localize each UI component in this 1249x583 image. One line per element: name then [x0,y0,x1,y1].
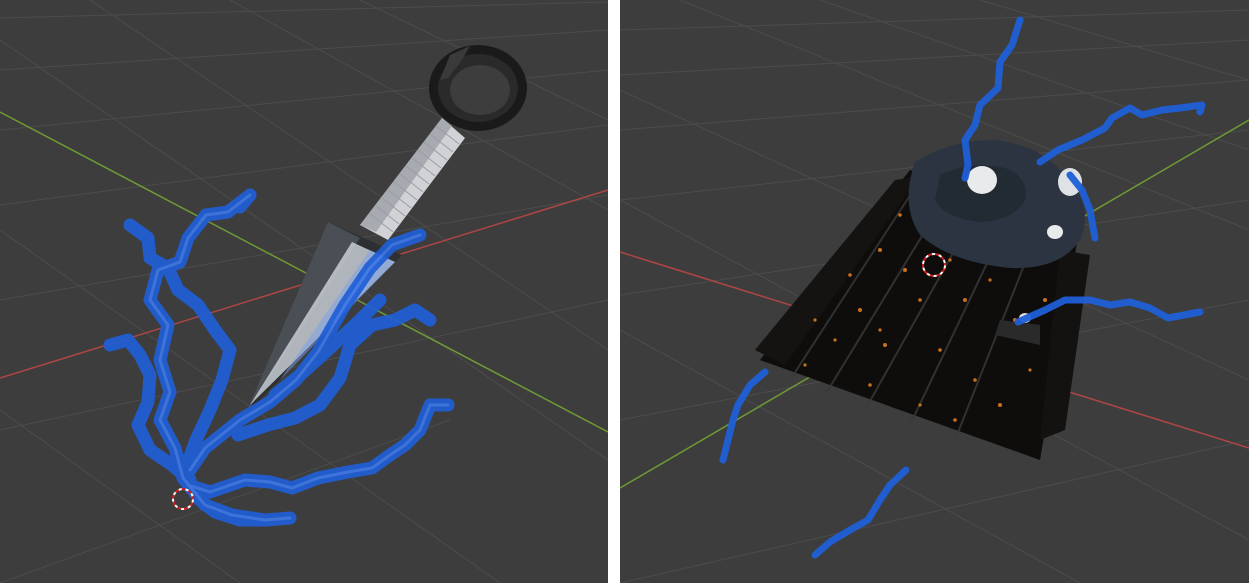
viewport-right-canvas[interactable] [620,0,1249,583]
viewport-left[interactable] [0,0,608,583]
viewport-right[interactable] [620,0,1249,583]
blender-split-view [0,0,1249,583]
viewport-left-canvas[interactable] [0,0,608,583]
viewport-separator [608,0,620,583]
kunai-ring [429,45,527,131]
